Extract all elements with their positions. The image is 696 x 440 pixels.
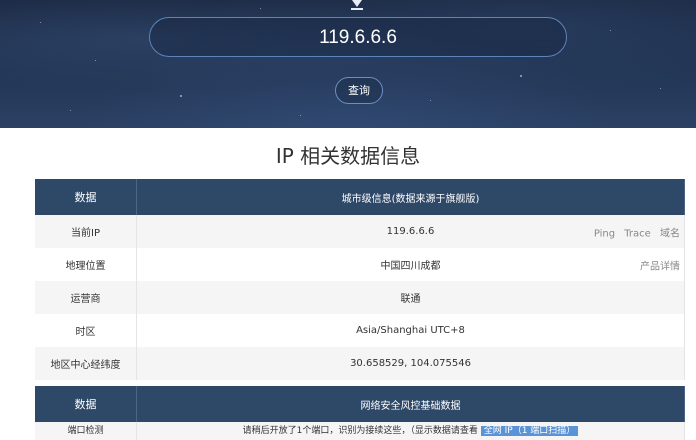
table-row: 时区 Asia/Shanghai UTC+8	[35, 314, 685, 347]
row-label-coordinates: 地区中心经纬度	[35, 347, 137, 380]
ip-info-table: 数据 城市级信息(数据来源于旗舰版) 当前IP 119.6.6.6 Ping T…	[35, 179, 685, 380]
table-row: 运营商 联通	[35, 281, 685, 314]
ip-search-input[interactable]: 119.6.6.6	[149, 17, 567, 57]
table-header-city-info: 城市级信息(数据来源于旗舰版)	[136, 179, 685, 215]
risk-data-table: 数据 网络安全风控基础数据 端口检测 请稍后开放了1个端口，识别为接续这些，（显…	[35, 386, 685, 440]
page-title: IP 相关数据信息	[275, 144, 421, 168]
table-row: 端口检测 请稍后开放了1个端口，识别为接续这些，（显示数据请查看 全网 IP（1…	[35, 422, 685, 440]
table-row: 地区中心经纬度 30.658529, 104.075546	[35, 347, 685, 380]
logo-base-icon	[351, 8, 363, 10]
table-row: 当前IP 119.6.6.6 Ping Trace 域名	[35, 215, 685, 248]
table-header-risk-data: 网络安全风控基础数据	[136, 386, 685, 422]
row-value-coordinates: 30.658529, 104.075546	[136, 347, 685, 380]
row-label-isp: 运营商	[35, 281, 137, 314]
row-label-current-ip: 当前IP	[35, 215, 137, 248]
row-label-location: 地理位置	[35, 248, 137, 281]
row-value-isp: 联通	[136, 281, 685, 314]
query-button[interactable]: 查询	[335, 77, 383, 104]
row-value-current-ip: 119.6.6.6	[386, 226, 435, 237]
ping-link[interactable]: Ping	[594, 228, 615, 239]
product-details-link[interactable]: 产品详情	[640, 261, 680, 272]
row-value-timezone: Asia/Shanghai UTC+8	[136, 314, 685, 347]
trace-link[interactable]: Trace	[624, 228, 651, 239]
hero-banner: 119.6.6.6 查询	[0, 0, 696, 128]
row-value-location: 中国四川成都	[380, 261, 441, 272]
row-label-port-check: 端口检测	[35, 422, 137, 440]
row-label-timezone: 时区	[35, 314, 137, 347]
domain-link[interactable]: 域名	[660, 228, 680, 239]
table-header-data: 数据	[35, 386, 137, 422]
table-row: 地理位置 中国四川成都 产品详情	[35, 248, 685, 281]
table-header-data: 数据	[35, 179, 137, 215]
logo-icon	[352, 0, 362, 7]
